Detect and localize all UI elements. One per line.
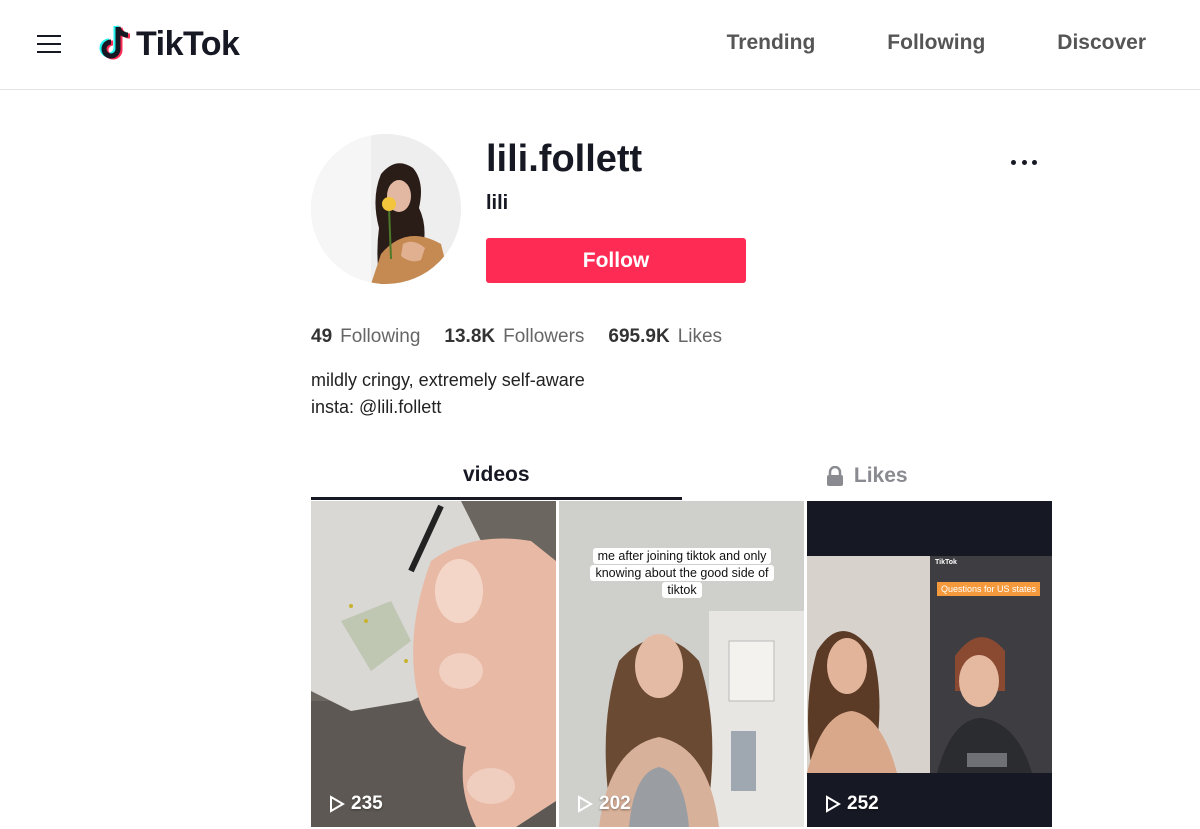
tab-likes-label: Likes	[853, 464, 908, 487]
caption-text: me after joining tiktok and only knowing…	[590, 548, 774, 598]
top-nav: Trending Following Discover	[727, 31, 1146, 55]
video-thumbnail	[807, 501, 1052, 827]
stat-likes: 695.9K Likes	[608, 326, 722, 348]
avatar-image	[311, 134, 461, 284]
stat-followers[interactable]: 13.8K Followers	[444, 326, 584, 348]
following-label: Following	[340, 326, 421, 347]
inner-tiktok-watermark: TikTok	[935, 559, 957, 566]
tab-likes[interactable]: Likes	[682, 452, 1053, 500]
profile-username: lili.follett	[486, 138, 643, 180]
lock-icon	[826, 466, 843, 486]
followers-count: 13.8K	[444, 326, 496, 347]
more-options-icon[interactable]	[1008, 150, 1040, 174]
hamburger-menu-icon[interactable]	[37, 35, 61, 55]
view-count-value: 202	[599, 793, 631, 814]
play-icon	[578, 795, 593, 813]
bio-line: insta: @lili.follett	[311, 397, 442, 417]
tiktok-note-icon	[99, 25, 131, 60]
nav-following[interactable]: Following	[887, 31, 985, 55]
bio-line: mildly cringy, extremely self-aware	[311, 370, 585, 390]
play-icon	[330, 795, 345, 813]
video-card[interactable]: 235	[311, 501, 556, 827]
view-count-value: 252	[847, 793, 879, 814]
profile-bio: mildly cringy, extremely self-aware inst…	[311, 367, 585, 421]
likes-count: 695.9K	[608, 326, 670, 347]
video-grid: 235 me after joining tiktok and only kno…	[311, 501, 1052, 827]
video-card[interactable]: me after joining tiktok and only knowing…	[559, 501, 804, 827]
tab-videos[interactable]: videos	[311, 452, 682, 500]
top-bar: TikTok Trending Following Discover	[0, 0, 1200, 90]
likes-label: Likes	[677, 326, 723, 347]
view-count-value: 235	[351, 793, 383, 814]
followers-label: Followers	[503, 326, 585, 347]
video-caption: me after joining tiktok and only knowing…	[587, 548, 777, 599]
view-count: 202	[577, 793, 631, 815]
profile-stats: 49 Following 13.8K Followers 695.9K Like…	[311, 326, 722, 348]
avatar	[311, 134, 461, 284]
profile-nickname: lili	[486, 192, 509, 214]
following-count: 49	[311, 326, 333, 347]
play-icon	[826, 795, 841, 813]
view-count: 235	[329, 793, 383, 815]
video-card[interactable]: TikTok Questions for US states 252	[807, 501, 1052, 827]
brand-name: TikTok	[136, 24, 240, 63]
follow-button[interactable]: Follow	[486, 238, 746, 283]
video-tag: Questions for US states	[937, 582, 1041, 596]
tiktok-logo[interactable]: TikTok	[98, 22, 240, 66]
stat-following[interactable]: 49 Following	[311, 326, 420, 348]
nav-trending[interactable]: Trending	[727, 31, 816, 55]
video-thumbnail	[311, 501, 556, 827]
profile-tabs: videos Likes	[311, 452, 1052, 500]
view-count: 252	[825, 793, 879, 815]
nav-discover[interactable]: Discover	[1057, 31, 1146, 55]
